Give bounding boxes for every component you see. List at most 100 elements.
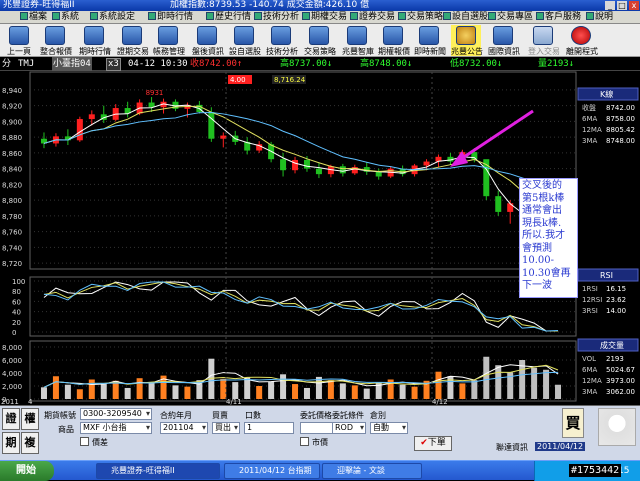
toolbar-button-after-hours[interactable]: 盤後資訊 [192, 25, 224, 56]
quote-board-icon [45, 26, 65, 45]
menu-item[interactable]: 交易專區 [488, 12, 533, 23]
rsi-legend-title: RSI [600, 271, 613, 280]
menu-icon [20, 12, 28, 20]
minimize-button[interactable]: _ [605, 1, 615, 10]
candle-body [375, 171, 382, 177]
annotation-arrow [457, 109, 534, 163]
quote-bar: 分 TMJ 小臺指04 x3 04-12 10:30 收8742.00↑ 高87… [0, 57, 640, 71]
taskbar-item[interactable]: 迎擊論 - 文談 [322, 463, 422, 479]
rsi-tick-label: 20 [12, 319, 21, 327]
volume-bar [411, 386, 418, 399]
volume-bar [483, 356, 490, 399]
cond-select[interactable]: ROD [332, 422, 366, 434]
interval-select[interactable]: x3 [106, 58, 121, 71]
price-legend-label: 12MA [582, 126, 602, 134]
price-legend-label: 收盤 [582, 103, 596, 112]
toolbar-button-options[interactable]: 期權報價 [378, 25, 410, 56]
status-label: 聯達資訊 [496, 443, 528, 452]
options-icon [383, 26, 403, 45]
date-axis-label: 4/12 [432, 398, 448, 405]
rsi-tick-label: 100 [12, 278, 25, 286]
menu-item[interactable]: 說明 [586, 12, 613, 23]
volume-bar [40, 387, 47, 399]
menu-item[interactable]: 歷史行情 [206, 12, 251, 23]
quote-datetime: 04-12 10:30 [128, 59, 188, 69]
toolbar: 上一頁 整合報價 期時行情 證期交易 帳務管理 盤後資訊 設自選股 技術分析 交… [0, 24, 640, 57]
toolbar-button-login[interactable]: 登入交易 [528, 25, 560, 56]
close-button[interactable]: x [629, 1, 639, 10]
oc-select[interactable]: 自動 [370, 422, 408, 434]
rsi-legend-label: 3RSI [582, 307, 598, 315]
menu-item[interactable]: 技術分析 [254, 12, 299, 23]
toolbar-button-trade[interactable]: 證期交易 [117, 25, 149, 56]
vol-legend-label: VOL [582, 355, 596, 363]
toolbar-button-back[interactable]: 上一頁 [4, 25, 34, 56]
candle-body [76, 119, 83, 141]
menu-item[interactable]: 檔案 [20, 12, 47, 23]
submit-order-button[interactable]: ✔下單 [414, 436, 452, 451]
price-legend-value: 8805.42 [606, 126, 635, 134]
volume-bar [555, 384, 562, 399]
menu-item[interactable]: 系統設定 [90, 12, 135, 23]
menu-item[interactable]: 證券交易 [350, 12, 395, 23]
toolbar-button-intl[interactable]: 國際資訊 [488, 25, 520, 56]
toolbar-button-tech[interactable]: 技術分析 [266, 25, 298, 56]
menu-item[interactable]: 系統 [52, 12, 79, 23]
menu-item[interactable]: 即時行情 [148, 12, 193, 23]
contract-select[interactable]: 201104 [160, 422, 208, 434]
symbol-code[interactable]: TMJ [18, 57, 34, 71]
taskbar-item[interactable]: 2011/04/12 台指期 [224, 463, 320, 479]
market-selector[interactable]: 分 [2, 57, 11, 71]
toolbar-button-watchlist[interactable]: 設自選股 [229, 25, 261, 56]
account-select[interactable]: 0300-3209540 [80, 408, 152, 420]
taskbar-item[interactable]: 兆豐證券-旺得福II [96, 463, 220, 479]
product-select[interactable]: MXF 小台指 [80, 422, 152, 434]
quote-low: 低8732.00↓ [450, 59, 503, 69]
toolbar-button-quotes[interactable]: 整合報價 [40, 25, 72, 56]
spread-checkbox[interactable] [80, 437, 89, 446]
side-select[interactable]: 買出 [212, 422, 240, 434]
max-price-label: 8931 [146, 89, 164, 97]
maximize-button[interactable]: □ [617, 1, 627, 10]
tab-options[interactable]: 權 [21, 408, 39, 430]
tab-securities[interactable]: 證 [2, 408, 20, 430]
quote-high: 高8737.00↓ [280, 59, 333, 69]
market-checkbox[interactable] [300, 437, 309, 446]
menu-item[interactable]: 期權交易 [302, 12, 347, 23]
menu-item[interactable]: 交易策略 [398, 12, 443, 23]
trade-icon [122, 26, 142, 45]
volume-bar [52, 376, 59, 399]
toolbar-button-news[interactable]: 即時新聞 [414, 25, 446, 56]
menu-icon [350, 12, 358, 20]
volume-bar [184, 386, 191, 399]
vol-legend-label: 12MA [582, 377, 602, 385]
menu-icon [148, 12, 156, 20]
symbol-name[interactable]: 小臺指04 [52, 57, 92, 71]
rsi-legend-value: 14.00 [606, 307, 626, 315]
tab-futures[interactable]: 期 [2, 432, 20, 454]
toolbar-button-exit[interactable]: 離開程式 [566, 25, 598, 56]
analysis-icon [271, 26, 291, 45]
menu-item[interactable]: 客戶服務 [536, 12, 581, 23]
qty-input[interactable]: 1 [244, 422, 294, 434]
toolbar-button-account[interactable]: 帳務管理 [153, 25, 185, 56]
price-tick-label: 8,820 [2, 181, 22, 189]
toolbar-button-announce[interactable]: 兆豐公告 [451, 25, 483, 56]
volume-bar [327, 380, 334, 399]
volume-bar [280, 374, 287, 399]
menu-item[interactable]: 設自選股 [443, 12, 488, 23]
menu-icon [398, 12, 406, 20]
toolbar-button-futures[interactable]: 期時行情 [79, 25, 111, 56]
moving-average-line [43, 112, 559, 195]
tab-combo[interactable]: 複 [21, 432, 39, 454]
volume-bar [495, 365, 502, 399]
watermark-label: #1753442 [569, 464, 622, 477]
toolbar-button-research[interactable]: 兆豐智庫 [342, 25, 374, 56]
buy-tab[interactable]: 買 [562, 408, 584, 438]
candle-body [220, 135, 227, 139]
toolbar-button-strategy[interactable]: 交易策略 [304, 25, 336, 56]
start-button[interactable]: 開始 [0, 461, 54, 481]
volume-bar [172, 385, 179, 399]
vol-tick-label: 8,000 [2, 344, 22, 352]
menu-bar: 檔案 系統 系統設定 即時行情 歷史行情 技術分析 期權交易 證券交易 交易策略… [0, 11, 640, 24]
